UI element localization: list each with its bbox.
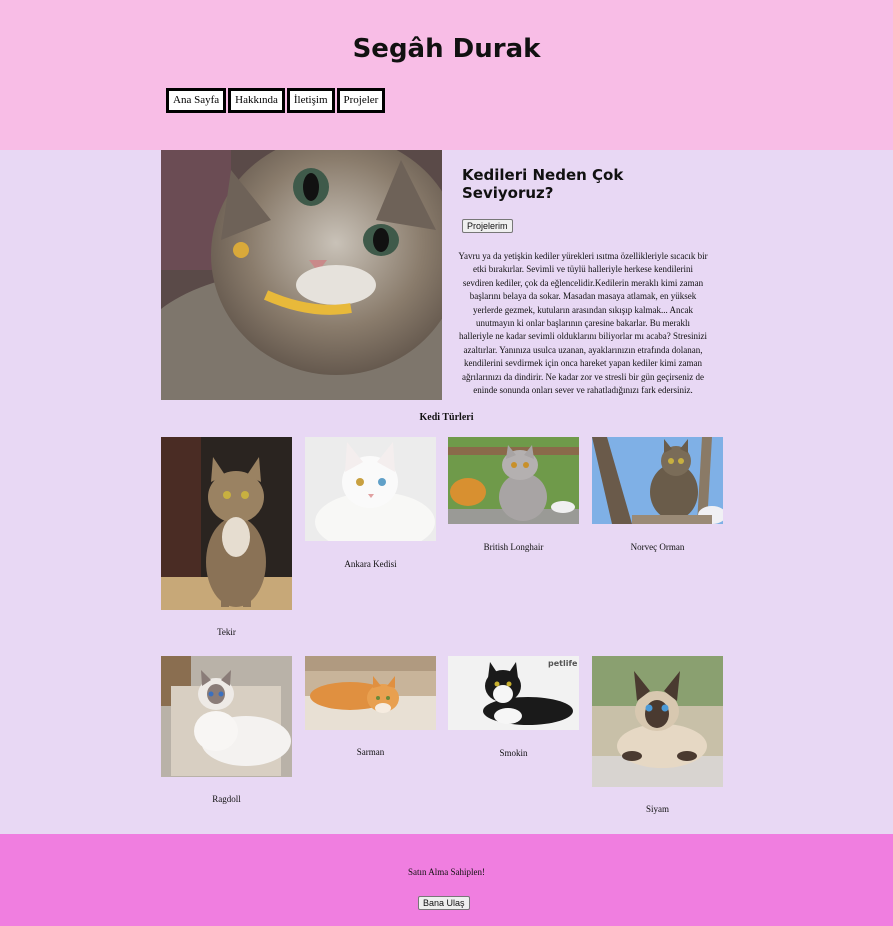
breed-card-ragdoll: Ragdoll	[161, 656, 292, 804]
white-angora-cat-photo	[305, 437, 436, 541]
breed-card-ankara: Ankara Kedisi	[305, 437, 436, 569]
petlife-watermark: petlife	[548, 659, 578, 668]
breed-card-siyam: Siyam	[592, 656, 723, 814]
siamese-cat-photo	[592, 656, 723, 787]
breeds-section-title: Kedi Türleri	[419, 412, 474, 423]
contact-button[interactable]: Bana Ulaş	[418, 896, 470, 910]
grey-longhair-cat-photo	[448, 437, 579, 524]
breed-name: Smokin	[499, 748, 528, 758]
breed-name: Ragdoll	[212, 794, 241, 804]
breed-name: Ankara Kedisi	[344, 559, 397, 569]
tabby-cat-photo	[161, 437, 292, 610]
nav-projects[interactable]: Projeler	[336, 88, 386, 113]
site-header: Segâh Durak Ana Sayfa Hakkında İletişim …	[0, 0, 893, 150]
norwegian-forest-cat-photo	[592, 437, 723, 524]
breed-card-smokin: petlife Smokin	[448, 656, 579, 758]
breed-name: Siyam	[645, 804, 669, 814]
breed-card-british: British Longhair	[448, 437, 579, 552]
footer-tagline: Satın Alma Sahiplen!	[408, 867, 485, 877]
site-footer: Satın Alma Sahiplen! Bana Ulaş	[0, 834, 893, 926]
nav-contact[interactable]: İletişim	[286, 88, 335, 113]
orange-cat-photo	[305, 656, 436, 730]
breed-card-norvec: Norveç Orman	[592, 437, 723, 552]
hero-heading: Kedileri Neden Çok Seviyoruz?	[462, 166, 624, 202]
site-title: Segâh Durak	[352, 34, 541, 64]
hero-kitten-image	[161, 150, 442, 400]
main-nav: Ana Sayfa Hakkında İletişim Projeler	[166, 88, 386, 113]
breed-card-sarman: Sarman	[305, 656, 436, 757]
breed-card-tekir: Tekir	[161, 437, 292, 637]
ragdoll-cat-photo	[161, 656, 292, 777]
projects-button[interactable]: Projelerim	[462, 219, 513, 233]
breed-name: Sarman	[356, 747, 385, 757]
hero-paragraph: Yavru ya da yetişkin kediler yürekleri ı…	[458, 251, 708, 396]
breed-name: British Longhair	[483, 542, 544, 552]
breed-name: Tekir	[217, 627, 236, 637]
nav-about[interactable]: Hakkında	[228, 88, 285, 113]
tuxedo-cat-photo: petlife	[448, 656, 579, 730]
breed-name: Norveç Orman	[630, 542, 685, 552]
hero-text-block: Kedileri Neden Çok Seviyoruz? Projelerim…	[458, 150, 708, 397]
nav-home[interactable]: Ana Sayfa	[166, 88, 227, 113]
